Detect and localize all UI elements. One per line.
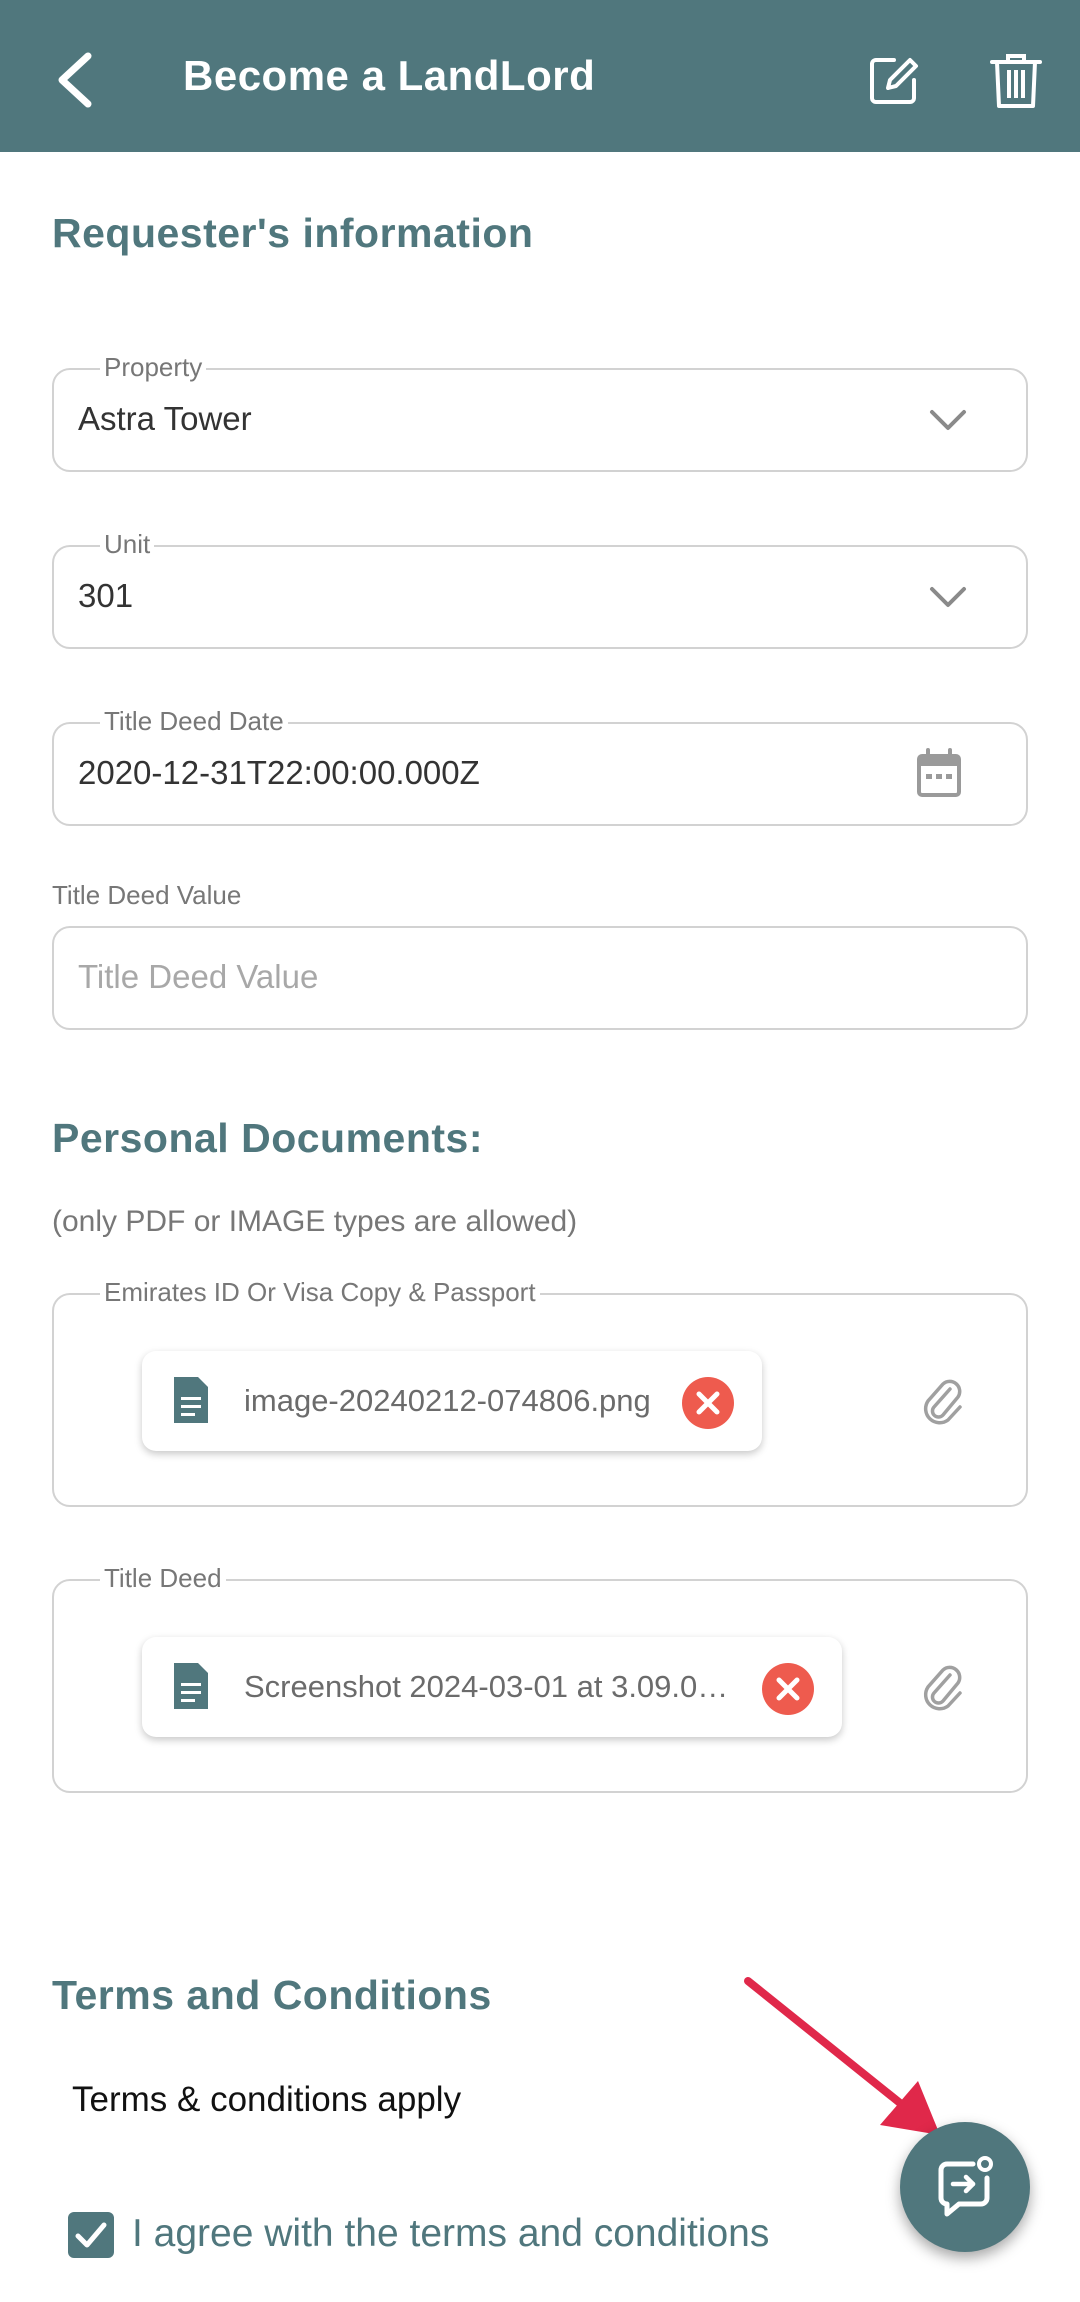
title-deed-label: Title Deed [100,1563,226,1594]
edit-icon[interactable] [866,52,922,108]
app-bar: Become a LandLord [0,0,1080,152]
title-deed-upload: Title Deed Screenshot 2024-03-01 at 3.09… [52,1563,1028,1793]
file-name: image-20240212-074806.png [244,1383,651,1418]
chevron-down-icon [930,410,966,430]
check-icon [75,2222,107,2248]
property-label: Property [100,352,207,383]
file-chip: image-20240212-074806.png [142,1351,762,1451]
annotation-arrow [744,1977,940,2135]
submit-arrow-icon [938,2156,993,2217]
title-deed-date-field[interactable]: Title Deed Date 2020-12-31T22:00:00.000Z [52,706,1028,826]
document-icon [174,1377,208,1423]
file-chip: Screenshot 2024-03-01 at 3.09.0… [142,1637,842,1737]
paperclip-icon[interactable] [920,1375,964,1425]
property-select[interactable]: Property Astra Tower [52,352,1028,472]
unit-label: Unit [100,529,155,560]
title-deed-date-label: Title Deed Date [100,706,288,737]
title-deed-value-placeholder: Title Deed Value [78,958,319,995]
title-deed-value-input[interactable]: Title Deed Value [52,926,1028,1030]
calendar-icon[interactable] [916,748,962,798]
title-deed-value-label: Title Deed Value [52,880,242,910]
terms-text[interactable]: Terms & conditions apply [72,2080,461,2120]
unit-value: 301 [78,577,134,614]
documents-hint: (only PDF or IMAGE types are allowed) [52,1205,578,1238]
paperclip-icon[interactable] [920,1661,964,1711]
page-title: Become a LandLord [183,52,596,99]
document-icon [174,1663,208,1709]
remove-file-button[interactable] [762,1663,814,1715]
documents-section-title: Personal Documents: [52,1115,483,1161]
file-name: Screenshot 2024-03-01 at 3.09.0… [244,1669,729,1704]
chevron-down-icon [930,587,966,607]
remove-file-button[interactable] [682,1377,734,1429]
requester-section-title: Requester's information [52,210,534,256]
terms-section-title: Terms and Conditions [52,1972,492,2018]
emirates-id-upload: Emirates ID Or Visa Copy & Passport imag… [52,1277,1028,1507]
property-value: Astra Tower [78,400,252,437]
chevron-left-icon[interactable] [48,50,100,110]
agree-label[interactable]: I agree with the terms and conditions [132,2212,769,2256]
emirates-id-label: Emirates ID Or Visa Copy & Passport [100,1277,540,1308]
close-icon [776,1677,800,1701]
agree-checkbox[interactable] [68,2212,114,2258]
close-icon [696,1391,720,1415]
unit-select[interactable]: Unit 301 [52,529,1028,649]
title-deed-date-value: 2020-12-31T22:00:00.000Z [78,754,480,791]
submit-fab[interactable] [900,2122,1030,2252]
trash-icon[interactable] [990,52,1042,110]
